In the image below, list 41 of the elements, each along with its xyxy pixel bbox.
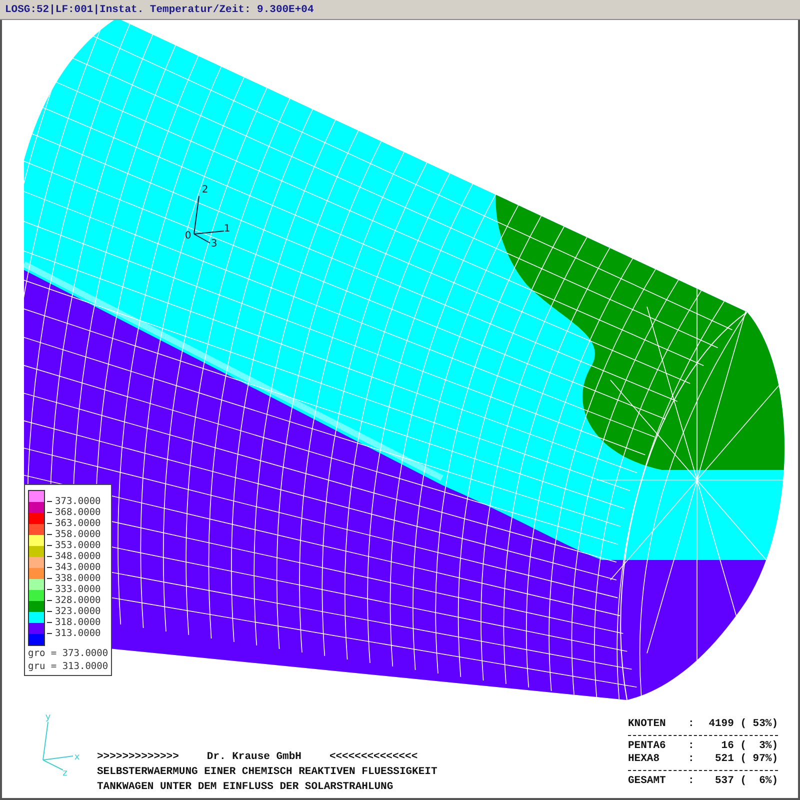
legend-value: 343.0000 [55,562,101,573]
stat-colon: : [688,740,696,753]
legend-value: 313.0000 [55,628,101,639]
global-axes-icon [42,722,74,770]
stat-value: 537 ( 6%) [714,775,778,788]
window-title: LOSG:52|LF:001|Instat. Temperatur/Zeit: 9.300E+04 [0,0,800,20]
stat-label: GESAMT [628,775,667,788]
banner-arrows: >>>>>>>>>>>>> [97,750,179,765]
axis-label: y [45,712,51,722]
axis-label: x [74,752,80,762]
legend-value: 323.0000 [55,606,101,617]
legend-value: 328.0000 [55,595,101,606]
legend-value: 318.0000 [55,617,101,628]
stat-value: 4199 ( 53%) [708,718,778,731]
axis-label: z [62,768,68,778]
axis-label: 2 [202,184,208,196]
stat-label: HEXA8 [628,753,661,766]
axis-label: 1 [224,224,230,235]
legend-value: 333.0000 [55,584,101,595]
legend-range: gro = 373.0000 [28,648,108,659]
legend-value: 353.0000 [55,540,101,551]
company-name: Dr. Krause GmbH [206,750,302,765]
stat-colon: : [688,775,696,788]
stat-value: 521 ( 97%) [714,753,778,766]
legend-range: gru = 313.0000 [28,661,108,672]
legend-value: 368.0000 [55,507,101,518]
axis-label: 0 [184,230,192,242]
stat-colon: : [688,753,696,766]
description-line: SELBSTERWAERMUNG EINER CHEMISCH REAKTIVEN FLUESSIGKEIT [97,765,438,780]
legend-value: 348.0000 [55,551,101,562]
stat-label: PENTA6 [628,740,667,753]
legend-value: 373.0000 [55,496,101,507]
legend-value: 363.0000 [55,518,101,529]
axis-label: 3 [210,238,218,250]
stat-label: KNOTEN [628,718,667,731]
stat-value: 16 ( 3%) [720,740,778,753]
banner-arrows: <<<<<<<<<<<<<< [329,750,418,765]
legend-value: 358.0000 [55,529,101,540]
description-line: TANKWAGEN UNTER DEM EINFLUSS DER SOLARSTRAHLUNG [97,780,394,795]
legend-value: 338.0000 [55,573,101,584]
stat-colon: : [688,718,696,731]
